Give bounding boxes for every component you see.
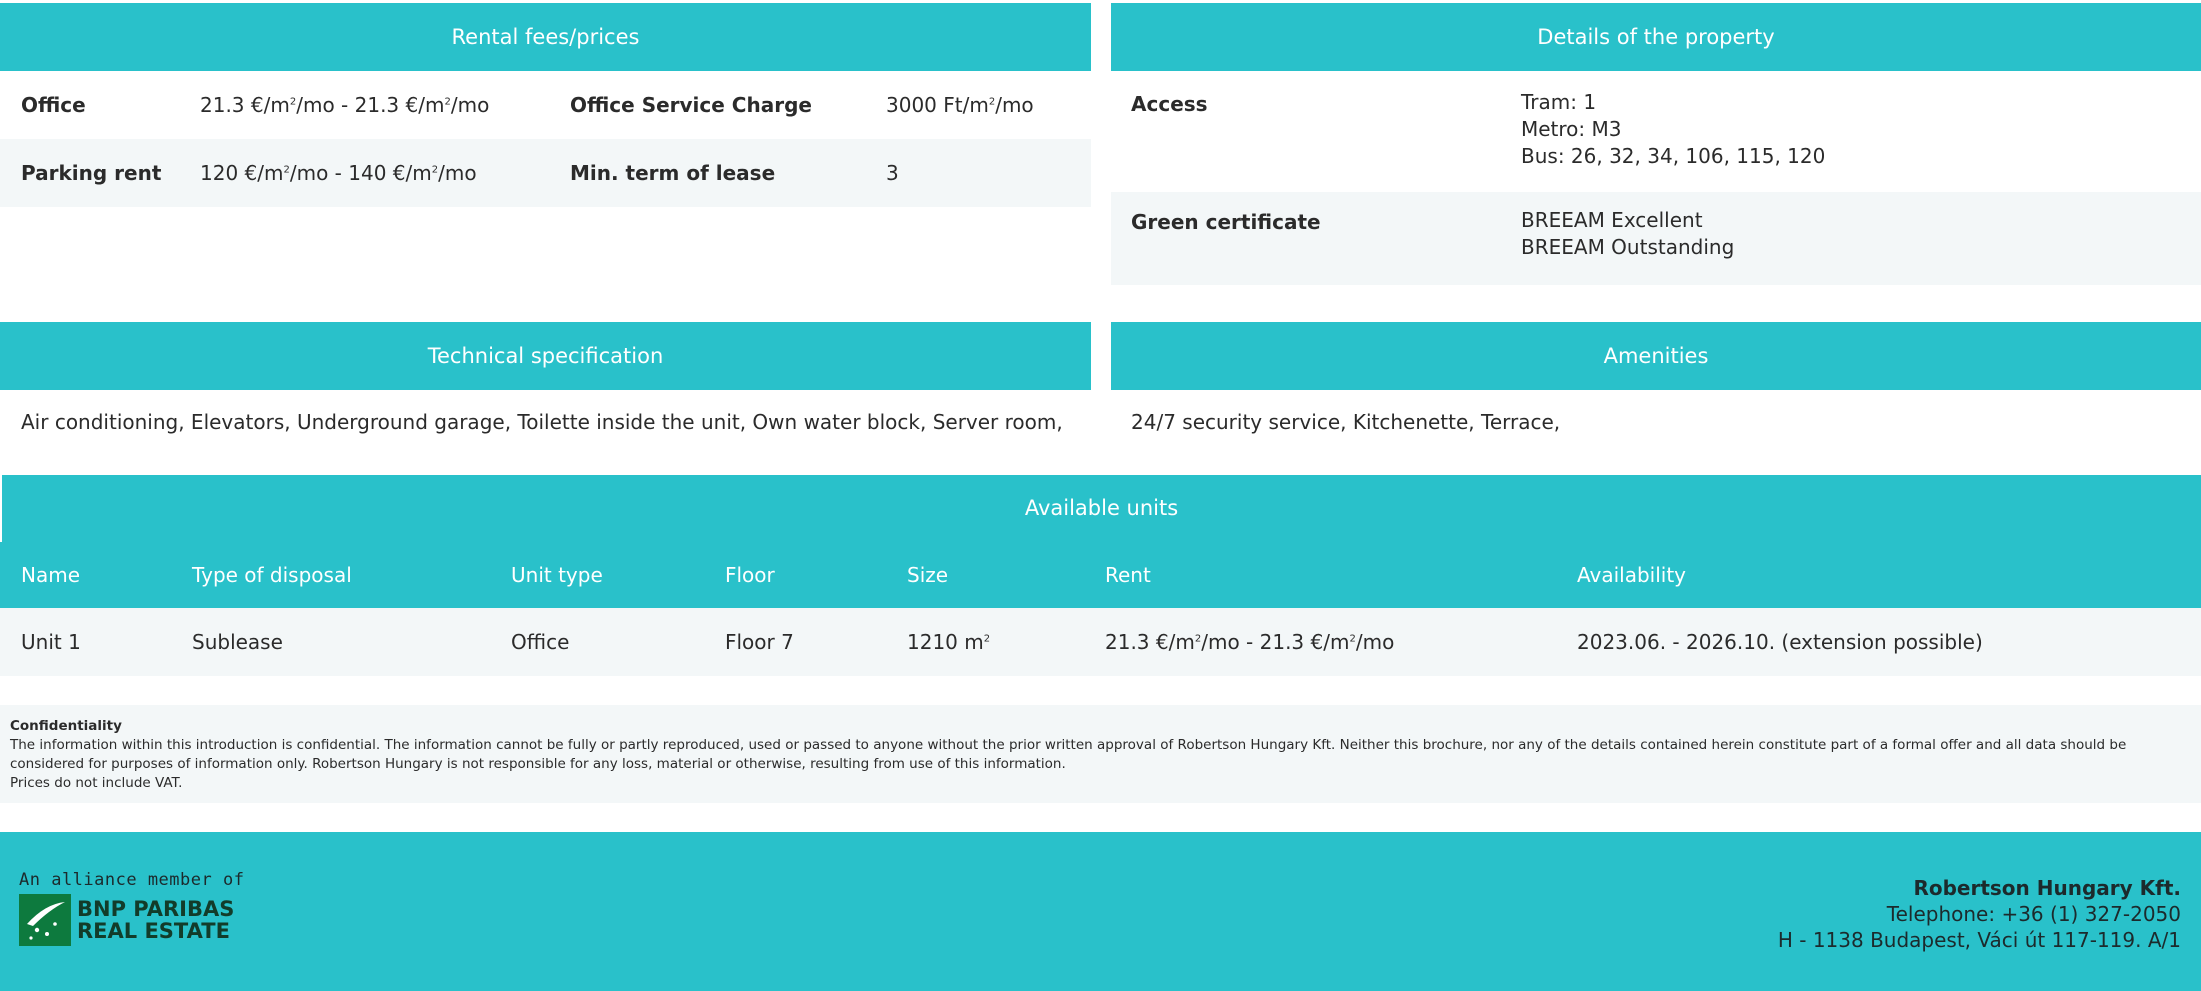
- unit-size: 1210 m2: [907, 630, 991, 654]
- alliance-logo: An alliance member of BNP PARIBAS REAL E…: [19, 870, 259, 946]
- access-bus: Bus: 26, 32, 34, 106, 115, 120: [1521, 144, 1826, 168]
- access-label: Access: [1131, 92, 1208, 116]
- access-tram: Tram: 1: [1521, 90, 1597, 114]
- col-disposal: Type of disposal: [192, 563, 352, 587]
- min-term-label: Min. term of lease: [570, 161, 776, 185]
- service-charge-label: Office Service Charge: [570, 93, 812, 117]
- col-floor: Floor: [725, 563, 775, 587]
- green-certificate-info: BREEAM Excellent BREEAM Outstanding: [1521, 207, 1734, 285]
- confidentiality-title: Confidentiality: [10, 718, 122, 734]
- company-address: H - 1138 Budapest, Váci út 117-119. A/1: [1777, 928, 2181, 952]
- min-term-value: 3: [886, 161, 899, 185]
- access-info: Tram: 1 Metro: M3 Bus: 26, 32, 34, 106, …: [1521, 89, 1825, 192]
- access-metro: Metro: M3: [1521, 117, 1622, 141]
- amenities-header: Amenities: [1111, 322, 2201, 390]
- col-size: Size: [907, 563, 949, 587]
- unit-rent: 21.3 €/m2/mo - 21.3 €/m2/mo: [1105, 630, 1395, 654]
- col-rent: Rent: [1105, 563, 1151, 587]
- rental-row-parking: Parking rent 120 €/m2/mo - 140 €/m2/mo M…: [0, 139, 1091, 207]
- unit-type: Office: [511, 630, 570, 654]
- confidentiality-section: Confidentiality The information within t…: [0, 705, 2201, 803]
- footer: An alliance member of BNP PARIBAS REAL E…: [0, 832, 2201, 991]
- details-header: Details of the property: [1111, 3, 2201, 71]
- amenities-text: 24/7 security service, Kitchenette, Terr…: [1131, 410, 1561, 434]
- company-contact: Robertson Hungary Kft. Telephone: +36 (1…: [1778, 875, 2181, 953]
- table-row: Unit 1 Sublease Office Floor 7 1210 m2 2…: [0, 608, 2201, 676]
- logo-line-2: REAL ESTATE: [77, 919, 230, 943]
- col-name: Name: [21, 563, 81, 587]
- rental-row-office: Office 21.3 €/m2/mo - 21.3 €/m2/mo Offic…: [0, 71, 1091, 139]
- confidentiality-text: The information within this introduction…: [10, 737, 2127, 772]
- service-charge-value: 3000 Ft/m2/mo: [886, 93, 1034, 117]
- details-panel: Details of the property Access Tram: 1 M…: [1111, 3, 2201, 285]
- green-cert-2: BREEAM Outstanding: [1521, 235, 1735, 259]
- units-table-header: Name Type of disposal Unit type Floor Si…: [0, 542, 2201, 608]
- green-certificate-label: Green certificate: [1131, 210, 1321, 234]
- unit-floor: Floor 7: [725, 630, 794, 654]
- unit-disposal: Sublease: [192, 630, 283, 654]
- office-price: 21.3 €/m2/mo - 21.3 €/m2/mo: [200, 93, 490, 117]
- unit-name: Unit 1: [21, 630, 81, 654]
- details-row-green: Green certificate BREEAM Excellent BREEA…: [1111, 192, 2201, 285]
- rental-panel: Rental fees/prices Office 21.3 €/m2/mo -…: [0, 3, 1091, 207]
- units-panel: Available units Name Type of disposal Un…: [0, 475, 2201, 676]
- logo-line-1: BNP PARIBAS: [77, 897, 235, 921]
- office-label: Office: [21, 93, 86, 117]
- units-header: Available units: [2, 475, 2201, 542]
- bnp-star-icon: [19, 894, 71, 946]
- parking-price: 120 €/m2/mo - 140 €/m2/mo: [200, 161, 477, 185]
- green-cert-1: BREEAM Excellent: [1521, 208, 1703, 232]
- amenities-panel: Amenities 24/7 security service, Kitchen…: [1111, 322, 2201, 454]
- details-row-access: Access Tram: 1 Metro: M3 Bus: 26, 32, 34…: [1111, 71, 2201, 192]
- col-availability: Availability: [1577, 563, 1687, 587]
- parking-label: Parking rent: [21, 161, 162, 185]
- company-telephone: Telephone: +36 (1) 327-2050: [1886, 902, 2181, 926]
- technical-panel: Technical specification Air conditioning…: [0, 322, 1091, 454]
- alliance-text: An alliance member of: [19, 870, 245, 890]
- company-name: Robertson Hungary Kft.: [1913, 876, 2181, 900]
- technical-text: Air conditioning, Elevators, Underground…: [21, 410, 1063, 434]
- unit-availability: 2023.06. - 2026.10. (extension possible): [1577, 630, 1983, 654]
- technical-header: Technical specification: [0, 322, 1091, 390]
- col-unit-type: Unit type: [511, 563, 603, 587]
- vat-note: Prices do not include VAT.: [10, 775, 183, 791]
- rental-header: Rental fees/prices: [0, 3, 1091, 71]
